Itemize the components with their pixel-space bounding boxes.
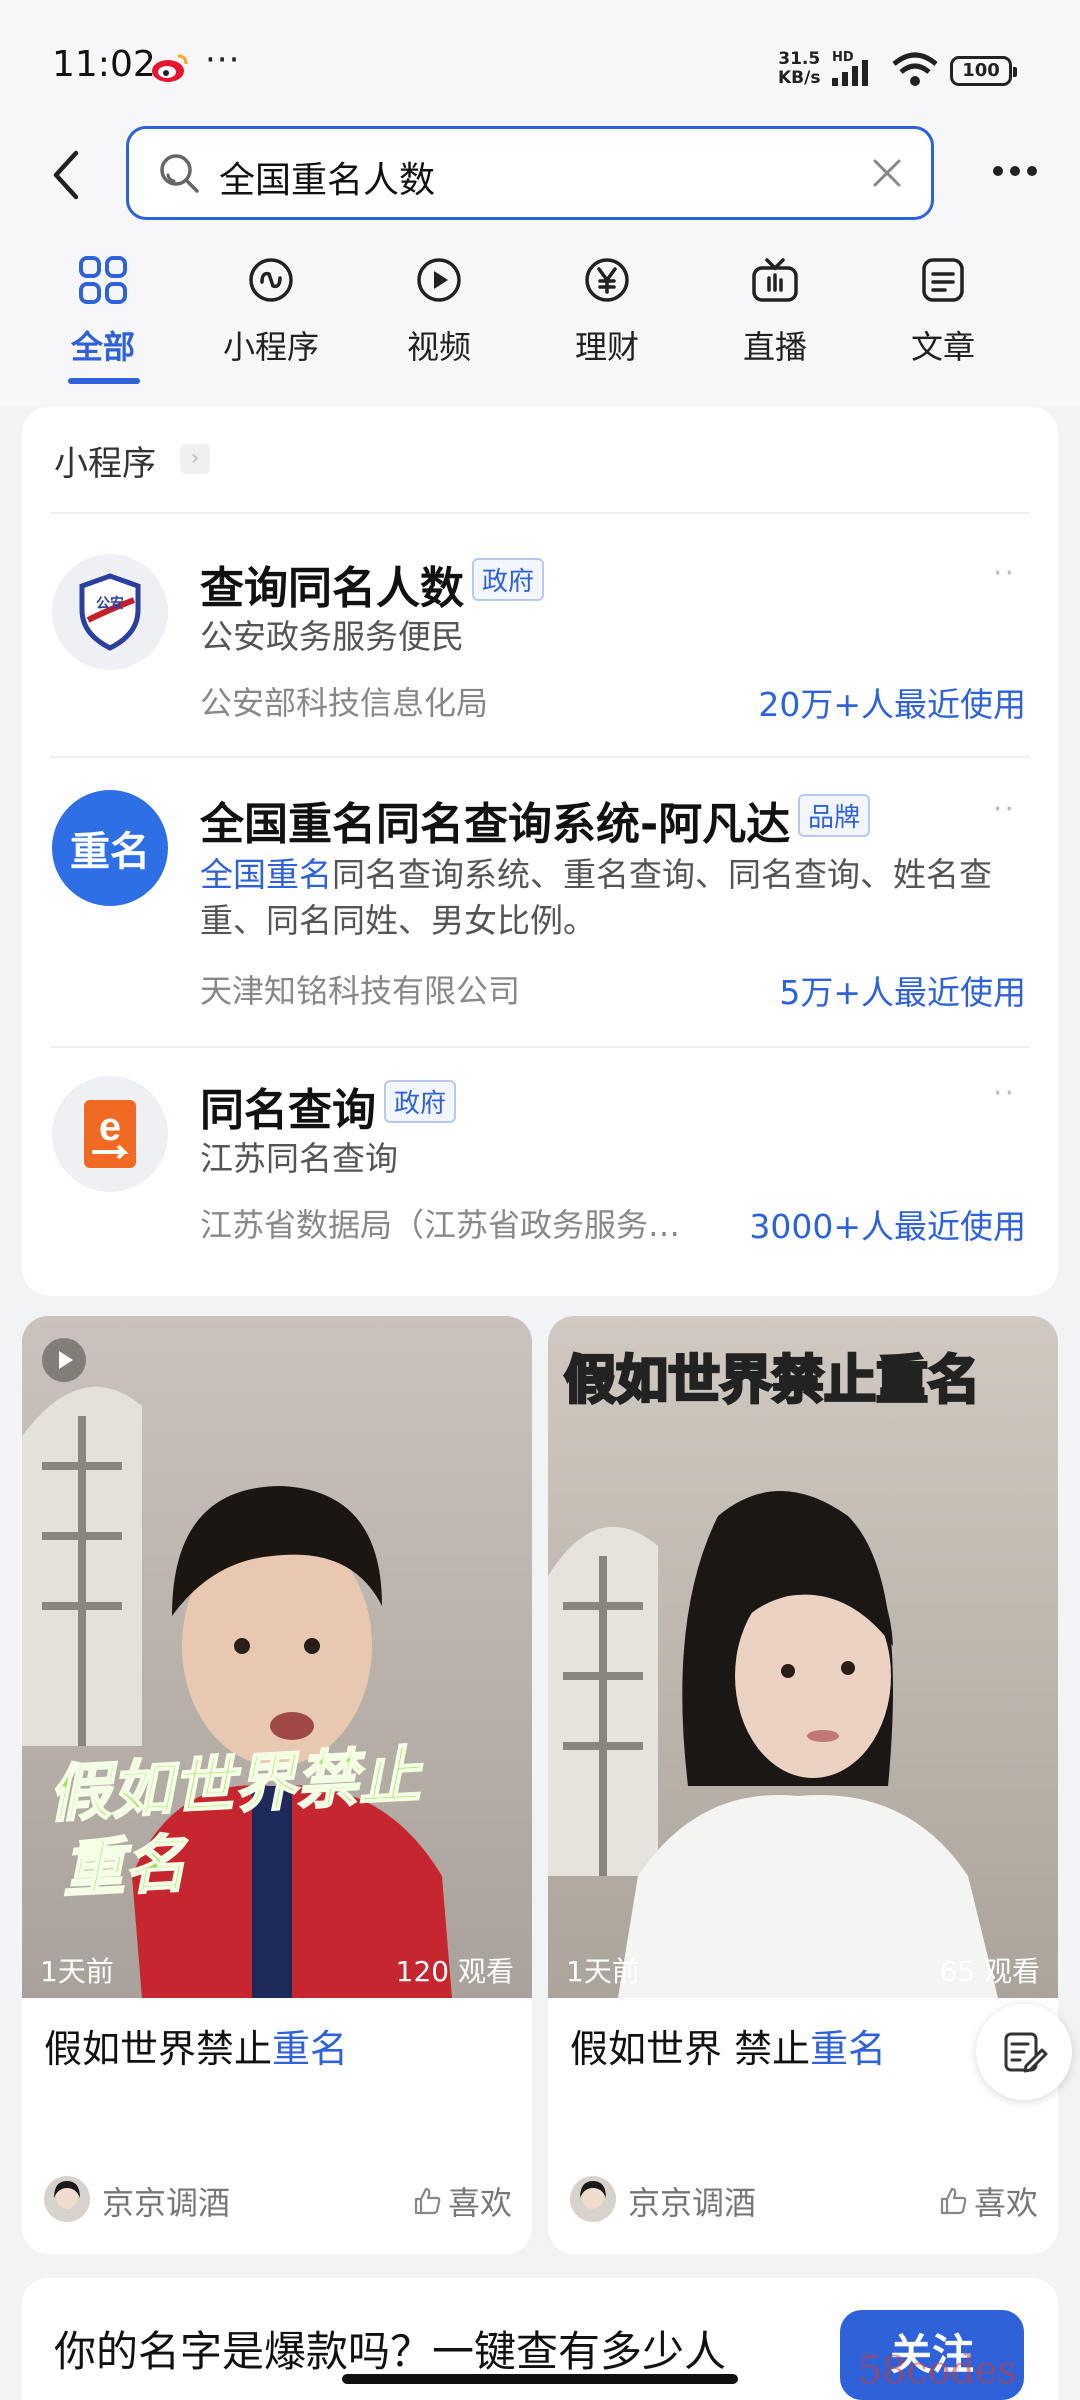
tab-live[interactable]: 直播 [710,252,840,368]
more-options-icon[interactable] [990,156,1040,186]
video-title[interactable]: 假如世界禁止重名 [44,2018,348,2073]
more-options-icon[interactable]: ·· [993,792,1016,827]
close-icon[interactable] [869,155,905,191]
thumbs-up-icon [940,2187,967,2215]
avatar[interactable] [44,2176,90,2222]
video-author[interactable]: 京京调酒 [628,2178,756,2224]
grid-icon [79,256,127,304]
battery-icon: 100 [950,56,1017,86]
usage-count: 3000+人最近使用 [749,1207,1026,1246]
edit-note-icon [1004,2032,1048,2073]
video-play-icon [417,258,461,302]
svg-text:e: e [99,1105,121,1149]
mini-program-desc: 公安政务服务便民 [200,617,464,656]
tab-all[interactable]: 全部 [38,252,168,368]
video-card[interactable]: 假如世界禁止重名 1天前 65 观看 假如世界 禁止重名 京京调酒 喜欢 [548,1316,1058,2254]
gov-badge: 政府 [472,558,545,601]
video-thumbnail[interactable]: 假如世界禁止 重名 1天前 120 观看 [22,1316,532,1998]
mini-program-desc: 江苏同名查询 [200,1139,398,1178]
tab-mini-program[interactable]: 小程序 [206,252,336,368]
e-service-logo-icon: e [52,1076,168,1192]
mini-program-name: 查询同名人数 [200,563,464,614]
wifi-icon [892,52,938,86]
back-button[interactable] [40,140,90,210]
chongming-logo-icon: 重名 [52,790,168,906]
tab-finance[interactable]: 理财 [542,252,672,368]
search-input[interactable]: 全国重名人数 [126,126,934,220]
svg-text:公安: 公安 [96,595,124,612]
tv-icon [752,258,798,302]
mini-program-item[interactable]: e 同名查询 政府 ·· 江苏同名查询 江苏省数据局（江苏省政务服务… 3000… [22,1046,1058,1296]
tab-video[interactable]: 视频 [374,252,504,368]
brand-badge: 品牌 [798,794,871,837]
tab-label: 直播 [742,328,807,366]
video-overlay-text: 重名 [59,1826,189,1907]
active-tab-indicator [68,378,140,384]
usage-count: 5万+人最近使用 [779,973,1026,1012]
mini-program-name: 全国重名同名查询系统-阿凡达 [200,799,791,850]
search-icon [160,154,199,193]
home-indicator[interactable] [342,2374,738,2384]
video-time: 1天前 [566,1955,640,1988]
status-more-icon: ··· [205,40,241,80]
account-title[interactable]: 你的名字是爆款吗？一键查有多少人 [54,2318,726,2379]
video-overlay-text: 假如世界禁止重名 [562,1350,981,1413]
search-query: 全国重名人数 [219,160,436,201]
chevron-left-icon [53,150,79,200]
status-bar: 11:02 ··· 31.5 KB/s HD 100 [0,0,1080,120]
usage-count: 20万+人最近使用 [758,685,1026,724]
mini-program-name: 同名查询 [200,1085,376,1136]
video-thumbnail[interactable]: 假如世界禁止重名 1天前 65 观看 [548,1316,1058,1998]
yen-icon [585,258,629,302]
thumbs-up-icon [414,2187,441,2215]
police-logo-icon: 公安 [52,554,168,670]
play-icon [42,1338,86,1382]
mini-program-org: 江苏省数据局（江苏省政务服务… [200,1206,681,1244]
like-button[interactable]: 喜欢 [938,2178,1038,2224]
more-options-icon[interactable]: ·· [993,556,1016,591]
tab-label: 小程序 [222,328,319,366]
video-time: 1天前 [40,1955,114,1988]
video-card[interactable]: 假如世界禁止 重名 1天前 120 观看 假如世界禁止重名 京京调酒 喜欢 [22,1316,532,2254]
mini-program-org: 公安部科技信息化局 [200,684,489,722]
mini-program-desc: 全国重名同名查询系统、重名查询、同名查询、姓名查重、同名同姓、男女比例。 [200,855,992,940]
mini-program-item[interactable]: 公安 查询同名人数 政府 ·· 公安政务服务便民 公安部科技信息化局 20万+人… [22,512,1058,756]
watermark: 58codes [858,2348,1017,2392]
video-author[interactable]: 京京调酒 [102,2178,230,2224]
tab-label: 视频 [406,328,471,366]
network-speed: 31.5 KB/s [778,49,821,88]
video-title[interactable]: 假如世界 禁止重名 [570,2018,886,2073]
tab-label: 理财 [574,328,639,366]
mini-program-section: 小程序 › 公安 查询同名人数 政府 ·· 公安政务服务便民 公安部科技信息化局… [22,406,1058,1296]
signal-icon [832,60,868,86]
more-options-icon[interactable]: ·· [993,1076,1016,1111]
gov-badge: 政府 [384,1080,457,1123]
avatar[interactable] [570,2176,616,2222]
tab-life[interactable]: 生 [1046,252,1080,368]
tab-article[interactable]: 文章 [878,252,1008,368]
weibo-icon [152,54,188,82]
mini-program-org: 天津知铭科技有限公司 [200,972,521,1010]
video-views: 120 观看 [395,1955,514,1988]
status-time: 11:02 [52,44,156,85]
tab-label: 全部 [70,328,135,366]
category-tabs: 全部 小程序 视频 理财 直播 文章 [0,230,1080,405]
tab-label: 生 [1046,322,1080,368]
tab-label: 文章 [910,328,975,366]
search-header: 全国重名人数 [0,120,1080,230]
feedback-button[interactable] [976,2004,1072,2100]
mini-program-icon [249,258,293,302]
like-button[interactable]: 喜欢 [412,2178,512,2224]
chevron-right-icon[interactable]: › [180,444,210,474]
section-title[interactable]: 小程序 [54,436,156,485]
mini-program-item[interactable]: 重名 全国重名同名查询系统-阿凡达 品牌 ·· 全国重名同名查询系统、重名查询、… [22,756,1058,1046]
video-views: 65 观看 [939,1955,1040,1988]
article-icon [922,258,964,302]
